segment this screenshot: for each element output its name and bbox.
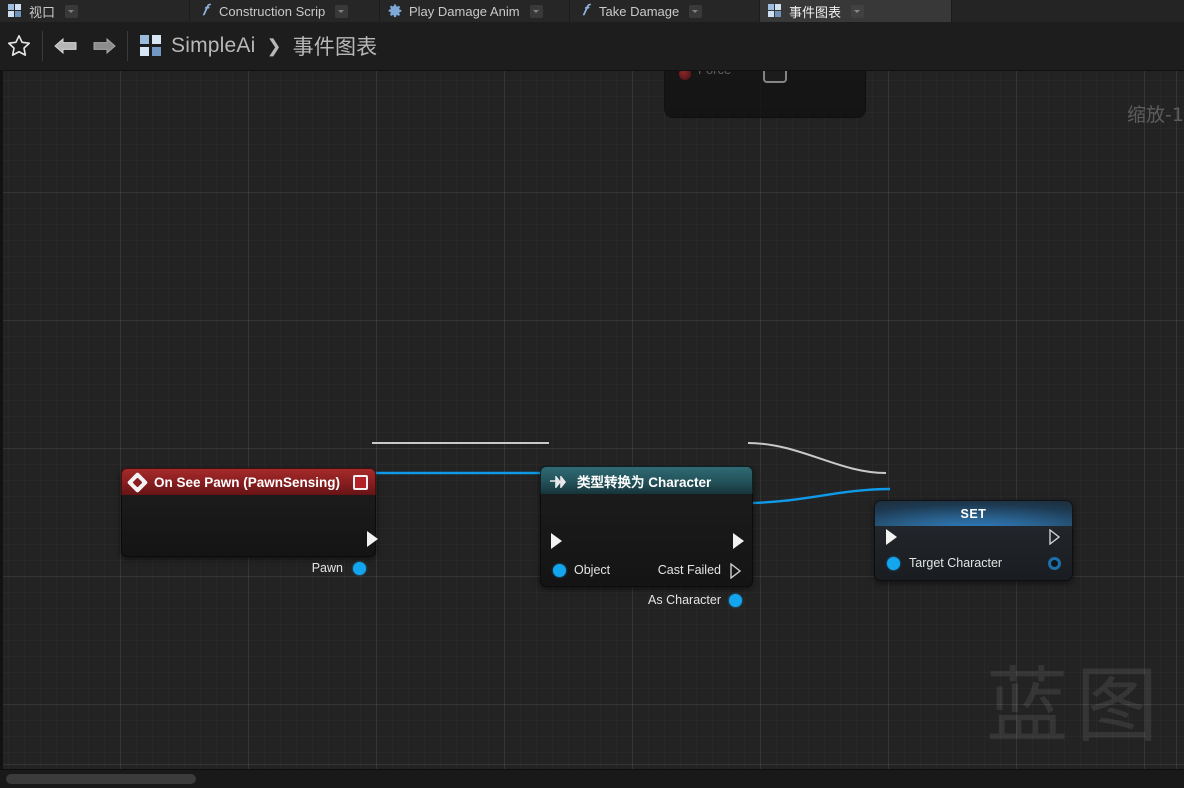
- node-set-variable[interactable]: SET Target Character: [874, 500, 1073, 581]
- node-header: 类型转换为 Character: [540, 466, 753, 494]
- tab-bar-filler: [952, 0, 1184, 22]
- back-button[interactable]: [47, 27, 85, 65]
- scrollbar-thumb[interactable]: [6, 774, 196, 784]
- canvas-left-border: [0, 70, 3, 770]
- blueprint-grid-icon: [768, 4, 782, 18]
- tab-viewport[interactable]: 视口: [0, 0, 190, 22]
- watermark-text: 蓝图: [985, 659, 1166, 754]
- breadcrumb-current[interactable]: 事件图表: [293, 31, 378, 61]
- tab-label: Play Damage Anim: [409, 3, 520, 19]
- node-on-see-pawn[interactable]: On See Pawn (PawnSensing) Pawn: [121, 468, 378, 575]
- node-title: On See Pawn (PawnSensing): [154, 474, 341, 490]
- delegate-pin-icon[interactable]: [353, 475, 368, 490]
- viewport-grid-icon: [8, 4, 22, 18]
- pin-exec-out[interactable]: [367, 531, 378, 547]
- gear-icon: [388, 4, 402, 18]
- toolbar-separator: [42, 31, 43, 61]
- offscreen-node-label: Force: [698, 70, 731, 77]
- arrow-right-icon: [93, 37, 116, 55]
- pin-exec-out-then[interactable]: [733, 533, 744, 549]
- node-cast-to-character[interactable]: 类型转换为 Character Object Cast Failed As Ch…: [540, 466, 753, 607]
- node-header: SET: [874, 500, 1073, 526]
- horizontal-scrollbar[interactable]: [0, 769, 1184, 788]
- function-icon: 𝑓: [202, 3, 208, 19]
- tab-event-graph[interactable]: 事件图表: [760, 0, 952, 22]
- cast-arrow-icon: [550, 474, 568, 489]
- blueprint-editor-window: 视口 𝑓 Construction Scrip Play Damage Anim…: [0, 0, 1184, 788]
- function-icon: 𝑓: [582, 3, 588, 19]
- pin-label-target-character: Target Character: [909, 556, 1003, 570]
- pin-exec-out[interactable]: [1049, 528, 1061, 546]
- toolbar-separator: [127, 31, 128, 61]
- breadcrumb: SimpleAi ❯ 事件图表: [140, 31, 377, 61]
- blueprint-grid-icon: [140, 35, 162, 57]
- node-title: 类型转换为 Character: [577, 474, 712, 490]
- node-body: Object Cast Failed As Character: [540, 494, 753, 607]
- tab-label: 视口: [29, 4, 56, 20]
- favorite-button[interactable]: [0, 27, 38, 65]
- pin-exec-in[interactable]: [886, 529, 897, 545]
- tab-menu-icon[interactable]: [851, 4, 865, 18]
- arrow-left-icon: [54, 37, 77, 55]
- pin-data-in-object[interactable]: [553, 564, 566, 577]
- tab-menu-icon[interactable]: [529, 4, 543, 18]
- tab-take-damage[interactable]: 𝑓 Take Damage: [570, 0, 760, 22]
- pin-label-object: Object: [574, 563, 611, 577]
- wire-exec-cast-to-set: [747, 442, 887, 474]
- wire-data-aschar-to-target: [745, 487, 891, 505]
- zoom-level-indicator: 缩放-1: [1127, 104, 1184, 126]
- pin-data-out-value[interactable]: [1048, 557, 1061, 570]
- node-body: Target Character: [874, 526, 1073, 581]
- graph-toolbar: SimpleAi ❯ 事件图表: [0, 22, 1184, 71]
- tab-menu-icon[interactable]: [65, 4, 79, 18]
- node-body: Pawn: [121, 495, 378, 575]
- tab-menu-icon[interactable]: [689, 4, 703, 18]
- breadcrumb-root[interactable]: SimpleAi: [171, 34, 255, 58]
- node-title: SET: [960, 506, 987, 521]
- event-graph-canvas[interactable]: 缩放-1 Force On See Pawn (PawnSensing): [0, 70, 1184, 770]
- pin-label-cast-failed: Cast Failed: [657, 563, 721, 577]
- forward-button[interactable]: [85, 27, 123, 65]
- tab-label: Construction Scrip: [219, 3, 326, 19]
- tab-label: Take Damage: [599, 3, 680, 19]
- pin-label-pawn: Pawn: [311, 561, 343, 575]
- offscreen-node-partial[interactable]: Force: [665, 70, 865, 117]
- event-diamond-icon: [126, 471, 149, 493]
- tab-menu-icon[interactable]: [335, 4, 349, 18]
- pin-exec-out-cast-failed[interactable]: [730, 562, 742, 580]
- star-icon: [8, 35, 30, 56]
- tab-construction-script[interactable]: 𝑓 Construction Scrip: [190, 0, 380, 22]
- pin-data-out-pawn[interactable]: [353, 562, 366, 575]
- checkbox-field[interactable]: [763, 70, 787, 83]
- tab-play-damage-anim[interactable]: Play Damage Anim: [380, 0, 570, 22]
- tab-label: 事件图表: [789, 4, 842, 20]
- pin-label-as-character: As Character: [648, 593, 721, 607]
- chevron-right-icon: ❯: [266, 35, 282, 56]
- event-dot-icon: [679, 70, 691, 80]
- pin-data-in-target-character[interactable]: [887, 557, 900, 570]
- pin-data-out-as-character[interactable]: [729, 594, 742, 607]
- document-tab-bar: 视口 𝑓 Construction Scrip Play Damage Anim…: [0, 0, 1184, 23]
- pin-exec-in[interactable]: [551, 533, 562, 549]
- node-header: On See Pawn (PawnSensing): [121, 468, 376, 495]
